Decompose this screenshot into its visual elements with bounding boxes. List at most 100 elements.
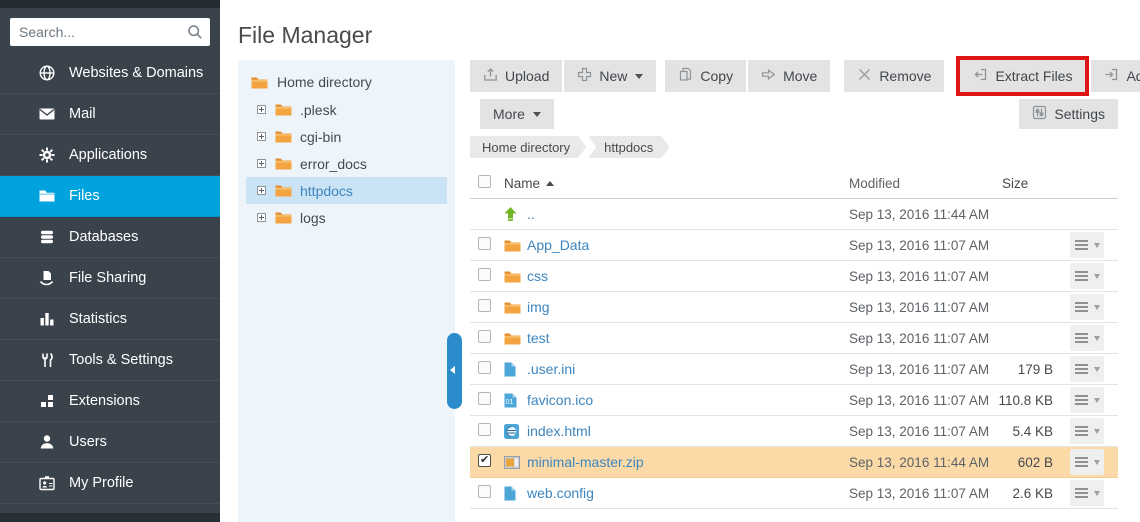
plus-icon <box>577 67 592 85</box>
row-menu-button[interactable] <box>1070 294 1104 320</box>
sidebar-item-label: Users <box>69 434 107 450</box>
tree-item-error-docs[interactable]: error_docs <box>246 150 447 177</box>
sidebar-item-label: Extensions <box>69 393 140 409</box>
settings-button[interactable]: Settings <box>1019 99 1118 129</box>
file-name-link[interactable]: img <box>527 299 550 315</box>
sidebar-item-mail[interactable]: Mail <box>0 94 220 135</box>
chevron-down-icon <box>1094 336 1100 341</box>
directory-tree: Home directory .plesk cgi-bin error_docs… <box>238 60 455 522</box>
move-button[interactable]: Move <box>748 60 830 92</box>
new-button[interactable]: New <box>564 60 656 92</box>
html-icon <box>504 424 519 439</box>
expand-icon[interactable] <box>257 186 266 195</box>
file-name-link[interactable]: css <box>527 268 548 284</box>
row-checkbox[interactable] <box>478 268 491 281</box>
more-button[interactable]: More <box>480 99 554 129</box>
upload-button[interactable]: Upload <box>470 60 562 92</box>
row-menu-button[interactable] <box>1070 356 1104 382</box>
row-menu-button[interactable] <box>1070 418 1104 444</box>
row-checkbox[interactable] <box>478 361 491 374</box>
file-name-link[interactable]: .. <box>527 206 535 222</box>
sidebar-item-label: Applications <box>69 147 147 163</box>
column-header-modified[interactable]: Modified <box>834 176 994 191</box>
column-header-size[interactable]: Size <box>994 176 1062 191</box>
tree-item-httpdocs[interactable]: httpdocs <box>246 177 447 204</box>
page-title: File Manager <box>238 22 372 49</box>
folder-icon <box>275 103 292 116</box>
row-modified: Sep 13, 2016 11:07 AM <box>834 424 994 439</box>
row-checkbox[interactable] <box>478 330 491 343</box>
row-menu-button[interactable] <box>1070 232 1104 258</box>
copy-icon <box>678 67 693 85</box>
tree-item-cgi-bin[interactable]: cgi-bin <box>246 123 447 150</box>
folder-icon <box>251 76 268 89</box>
sidebar-item-files[interactable]: Files <box>0 176 220 217</box>
row-menu-button[interactable] <box>1070 449 1104 475</box>
chevron-down-icon <box>1094 243 1100 248</box>
row-menu-button[interactable] <box>1070 387 1104 413</box>
sidebar-item-websites-domains[interactable]: Websites & Domains <box>0 53 220 94</box>
table-header: Name Modified Size <box>470 168 1118 199</box>
toolbar-row-2: More Settings <box>470 99 1118 129</box>
search-icon[interactable] <box>187 24 203 45</box>
column-header-name[interactable]: Name <box>504 176 834 191</box>
tree-item-logs[interactable]: logs <box>246 204 447 231</box>
file-name-link[interactable]: index.html <box>527 423 591 439</box>
sidebar-item-applications[interactable]: Applications <box>0 135 220 176</box>
file-table: Name Modified Size .. Sep 13, 2016 11:44… <box>470 168 1118 509</box>
chevron-down-icon <box>1094 305 1100 310</box>
row-checkbox[interactable] <box>478 299 491 312</box>
table-row: minimal-master.zip Sep 13, 2016 11:44 AM… <box>470 447 1118 478</box>
expand-icon[interactable] <box>257 213 266 222</box>
file-icon <box>504 486 516 501</box>
sidebar-item-my-profile[interactable]: My Profile <box>0 463 220 504</box>
row-menu-button[interactable] <box>1070 325 1104 351</box>
row-checkbox[interactable] <box>478 485 491 498</box>
row-menu-button[interactable] <box>1070 480 1104 506</box>
row-modified: Sep 13, 2016 11:07 AM <box>834 300 994 315</box>
add-to-archive-button[interactable]: Add to Archive <box>1091 60 1140 92</box>
sidebar-item-file-sharing[interactable]: File Sharing <box>0 258 220 299</box>
tree-collapse-handle[interactable] <box>447 333 462 409</box>
sidebar-item-statistics[interactable]: Statistics <box>0 299 220 340</box>
folder-icon <box>38 187 56 205</box>
expand-icon[interactable] <box>257 105 266 114</box>
sidebar-item-extensions[interactable]: Extensions <box>0 381 220 422</box>
menu-bars-icon <box>1075 364 1088 374</box>
file-name-link[interactable]: App_Data <box>527 237 589 253</box>
row-menu-button[interactable] <box>1070 263 1104 289</box>
chevron-down-icon <box>1094 367 1100 372</box>
select-all-checkbox[interactable] <box>478 175 491 188</box>
row-checkbox[interactable] <box>478 237 491 250</box>
copy-button[interactable]: Copy <box>665 60 746 92</box>
sidebar-item-label: Websites & Domains <box>69 65 203 81</box>
search-input[interactable] <box>10 18 210 46</box>
sidebar-item-users[interactable]: Users <box>0 422 220 463</box>
row-checkbox[interactable] <box>478 454 491 467</box>
file-name-link[interactable]: minimal-master.zip <box>527 454 644 470</box>
expand-icon[interactable] <box>257 132 266 141</box>
sidebar-item-tools-settings[interactable]: Tools & Settings <box>0 340 220 381</box>
folder-icon <box>275 130 292 143</box>
file-name-link[interactable]: web.config <box>527 485 594 501</box>
table-row: index.html Sep 13, 2016 11:07 AM 5.4 KB <box>470 416 1118 447</box>
tree-item--plesk[interactable]: .plesk <box>246 96 447 123</box>
sidebar-item-label: Databases <box>69 229 138 245</box>
id-card-icon <box>38 474 56 492</box>
breadcrumb-home-directory[interactable]: Home directory <box>470 136 586 158</box>
remove-button[interactable]: Remove <box>844 60 944 92</box>
chevron-down-icon <box>1094 460 1100 465</box>
table-row: .user.ini Sep 13, 2016 11:07 AM 179 B <box>470 354 1118 385</box>
file-name-link[interactable]: favicon.ico <box>527 392 593 408</box>
tree-item-home-directory[interactable]: Home directory <box>238 68 455 96</box>
file-name-link[interactable]: test <box>527 330 550 346</box>
breadcrumb-httpdocs[interactable]: httpdocs <box>588 136 669 158</box>
breadcrumb: Home directory httpdocs <box>470 136 1118 158</box>
row-checkbox[interactable] <box>478 392 491 405</box>
row-checkbox[interactable] <box>478 423 491 436</box>
expand-icon[interactable] <box>257 159 266 168</box>
extract-files-button[interactable]: Extract Files <box>960 60 1085 92</box>
sidebar-item-databases[interactable]: Databases <box>0 217 220 258</box>
row-modified: Sep 13, 2016 11:07 AM <box>834 486 994 501</box>
file-name-link[interactable]: .user.ini <box>527 361 575 377</box>
